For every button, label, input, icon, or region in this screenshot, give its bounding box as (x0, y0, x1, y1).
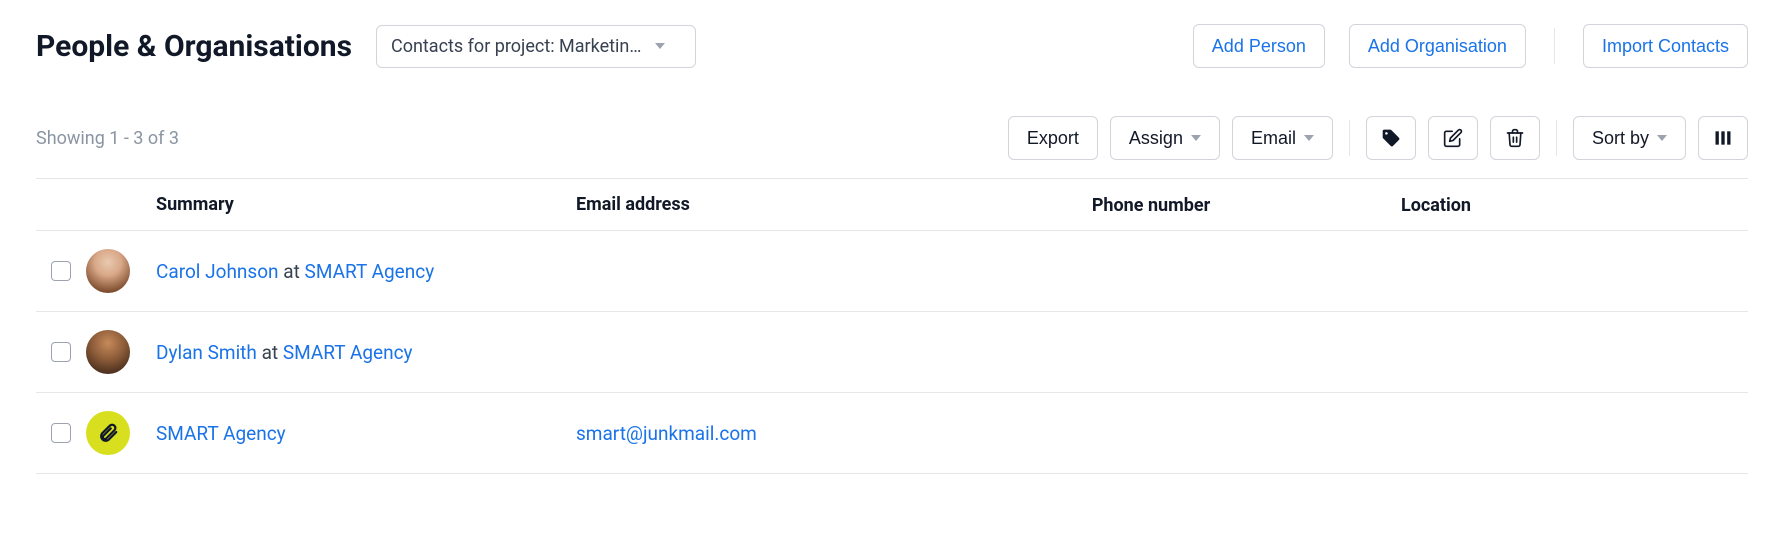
org-link[interactable]: SMART Agency (305, 260, 435, 283)
person-link[interactable]: Carol Johnson (156, 260, 279, 283)
row-checkbox[interactable] (51, 261, 71, 281)
delete-button[interactable] (1490, 116, 1540, 160)
edit-button[interactable] (1428, 116, 1478, 160)
tag-button[interactable] (1366, 116, 1416, 160)
showing-count: Showing 1 - 3 of 3 (36, 128, 179, 149)
sort-button[interactable]: Sort by (1573, 116, 1686, 160)
email-link[interactable]: smart@junkmail.com (576, 422, 757, 445)
table-header: Summary Email address Phone number Locat… (36, 178, 1748, 231)
add-person-button[interactable]: Add Person (1193, 24, 1325, 68)
table-row: Dylan Smith at SMART Agency (36, 312, 1748, 393)
avatar[interactable] (86, 249, 130, 293)
trash-icon (1505, 128, 1525, 148)
avatar[interactable] (86, 411, 130, 455)
row-checkbox[interactable] (51, 342, 71, 362)
filter-label: Contacts for project: Marketin… (391, 36, 641, 57)
columns-icon (1713, 128, 1733, 148)
at-text: at (262, 341, 279, 364)
tag-icon (1381, 128, 1401, 148)
divider (1349, 120, 1350, 156)
toolbar: Showing 1 - 3 of 3 Export Assign Email S… (36, 116, 1748, 160)
edit-icon (1443, 128, 1463, 148)
add-organisation-button[interactable]: Add Organisation (1349, 24, 1526, 68)
col-location: Location (1401, 195, 1471, 216)
chevron-down-icon (1191, 135, 1201, 141)
row-checkbox[interactable] (51, 423, 71, 443)
filter-dropdown[interactable]: Contacts for project: Marketin… (376, 25, 696, 68)
col-phone: Phone number (1092, 195, 1210, 216)
chevron-down-icon (1657, 135, 1667, 141)
header: People & Organisations Contacts for proj… (36, 24, 1748, 68)
person-link[interactable]: Dylan Smith (156, 341, 257, 364)
contacts-table: Summary Email address Phone number Locat… (36, 178, 1748, 474)
chevron-down-icon (1304, 135, 1314, 141)
sort-label: Sort by (1592, 128, 1649, 149)
col-summary: Summary (156, 194, 234, 215)
at-text: at (283, 260, 300, 283)
avatar[interactable] (86, 330, 130, 374)
assign-button[interactable]: Assign (1110, 116, 1220, 160)
org-link[interactable]: SMART Agency (156, 422, 286, 445)
email-label: Email (1251, 128, 1296, 149)
columns-button[interactable] (1698, 116, 1748, 160)
assign-label: Assign (1129, 128, 1183, 149)
page-title: People & Organisations (36, 29, 352, 64)
import-contacts-button[interactable]: Import Contacts (1583, 24, 1748, 68)
table-row: SMART Agency smart@junkmail.com (36, 393, 1748, 474)
divider (1556, 120, 1557, 156)
table-row: Carol Johnson at SMART Agency (36, 231, 1748, 312)
export-button[interactable]: Export (1008, 116, 1098, 160)
paperclip-icon (97, 422, 119, 444)
org-link[interactable]: SMART Agency (283, 341, 413, 364)
col-email: Email address (576, 194, 690, 215)
divider (1554, 28, 1555, 64)
email-button[interactable]: Email (1232, 116, 1333, 160)
chevron-down-icon (655, 43, 665, 49)
